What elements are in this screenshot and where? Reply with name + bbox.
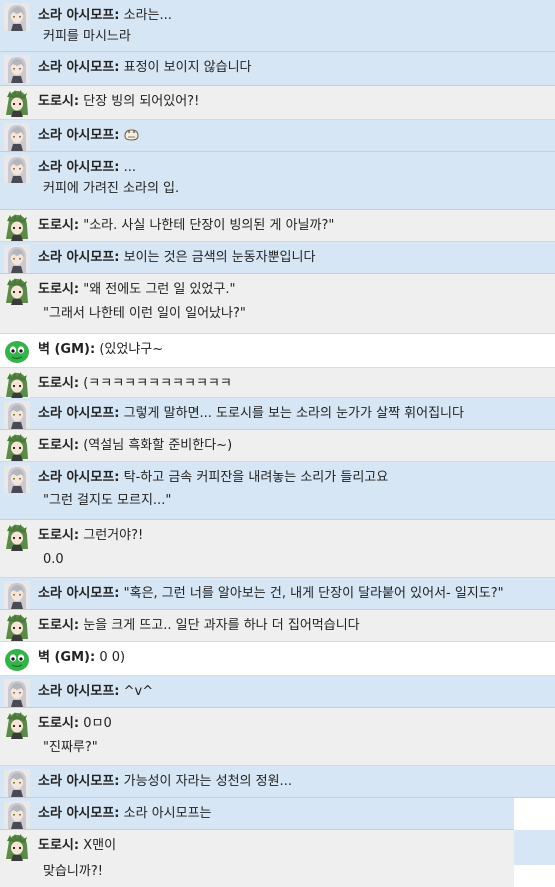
chat-message: 소라 아시모프:: [0, 120, 555, 152]
message-text: "혹은, 그런 너를 알아보는 건, 내게 단장이 달라붙어 있어서- 일지도?…: [123, 586, 504, 601]
chat-message: 도로시: (ㅋㅋㅋㅋㅋㅋㅋㅋㅋㅋㅋㅋ: [0, 368, 555, 398]
speaker-name: 벽 (GM):: [38, 342, 96, 357]
speaker-name: 소라 아시모프:: [38, 806, 120, 821]
speaker-name: 도로시:: [38, 376, 80, 391]
message-text: "왜 전에도 그런 일 있었구.": [83, 282, 236, 297]
speaker-name: 도로시:: [38, 282, 80, 297]
message-text: ^v^: [123, 684, 154, 699]
speaker-name: 소라 아시모프:: [38, 250, 120, 265]
chat-message: 소라 아시모프: "혹은, 그런 너를 알아보는 건, 내게 단장이 달라붙어 …: [0, 578, 555, 610]
chat-message: 소라 아시모프: 그렇게 말하면... 도로시를 보는 소라의 눈가가 살짝 휘…: [0, 398, 555, 430]
chat-message: 도로시: "소라. 사실 나한테 단장이 빙의된 게 아닐까?": [0, 210, 555, 242]
message-text: 소라는...: [123, 8, 172, 23]
dorosi-avatar-icon: [4, 277, 30, 305]
dorosi-avatar-icon: [4, 833, 30, 861]
message-text: 탁-하고 금속 커피잔을 내려놓는 소리가 들리고요: [123, 470, 389, 485]
chat-message: 소라 아시모프: 보이는 것은 금색의 눈동자뿐입니다: [0, 242, 555, 274]
sora-avatar-icon: [4, 801, 30, 829]
speaker-name: 소라 아시모프:: [38, 470, 120, 485]
message-text: 눈을 크게 뜨고.. 일단 과자를 하나 더 집어먹습니다: [83, 618, 360, 633]
speaker-name: 소라 아시모프:: [38, 8, 120, 23]
message-text: 단장 빙의 되어있어?!: [83, 94, 200, 109]
chat-message: 도로시: 0ㅁ0 "진짜루?": [0, 708, 555, 766]
chat-message: 소라 아시모프: 탁-하고 금속 커피잔을 내려놓는 소리가 들리고요 "그런 …: [0, 462, 555, 520]
gm-avatar-icon: [4, 337, 30, 365]
message-text: 그렇게 말하면... 도로시를 보는 소라의 눈가가 살짝 휘어집니다: [123, 406, 464, 421]
message-text: ...: [123, 160, 137, 175]
chat-message: 소라 아시모프: 표정이 보이지 않습니다: [0, 52, 555, 86]
speaker-name: 소라 아시모프:: [38, 128, 120, 143]
speaker-name: 도로시:: [38, 838, 80, 853]
speaker-name: 소라 아시모프:: [38, 774, 120, 789]
speaker-name: 소라 아시모프:: [38, 684, 120, 699]
sora-avatar-icon: [4, 581, 30, 609]
message-text-2: 커피에 가려진 소라의 입.: [43, 181, 180, 196]
chat-message: 소라 아시모프: ^v^: [0, 676, 555, 708]
speaker-name: 벽 (GM):: [38, 650, 96, 665]
speaker-name: 도로시:: [38, 438, 80, 453]
chat-message: 도로시: "왜 전에도 그런 일 있었구." "그래서 나한테 이런 일이 일어…: [0, 274, 555, 334]
message-text-2: "진짜루?": [43, 740, 98, 755]
speaker-name: 소라 아시모프:: [38, 406, 120, 421]
chat-message: 도로시: 눈을 크게 뜨고.. 일단 과자를 하나 더 집어먹습니다: [0, 610, 555, 642]
message-text-2: 커피를 마시느라: [43, 29, 131, 44]
speaker-name: 도로시:: [38, 716, 80, 731]
chat-message: 소라 아시모프: 가능성이 자라는 성천의 정원...: [0, 766, 555, 798]
message-text: (역설님 흑화할 준비한다~): [83, 438, 233, 453]
message-text-2: 맞습니까?!: [43, 864, 103, 879]
chat-message: 벽 (GM): (있었냐구~: [0, 334, 555, 368]
sora-avatar-icon: [4, 3, 30, 31]
chat-message: 소라 아시모프: 소라 아시모프는: [0, 798, 514, 830]
message-text: 0ㅁ0: [83, 716, 112, 731]
chat-message: 벽 (GM): 0 0): [0, 642, 555, 676]
sora-avatar-icon: [4, 245, 30, 273]
speaker-name: 소라 아시모프:: [38, 586, 120, 601]
chat-message: 도로시: 단장 빙의 되어있어?!: [0, 86, 555, 120]
message-text-2: "그래서 나한테 이런 일이 일어났나?": [43, 306, 246, 321]
message-text: (있었냐구~: [99, 342, 164, 357]
sora-avatar-icon: [4, 679, 30, 707]
speaker-name: 소라 아시모프:: [38, 60, 120, 75]
sora-avatar-icon: [4, 123, 30, 151]
message-text: 가능성이 자라는 성천의 정원...: [123, 774, 292, 789]
dorosi-avatar-icon: [4, 613, 30, 641]
message-text: (ㅋㅋㅋㅋㅋㅋㅋㅋㅋㅋㅋㅋ: [83, 376, 232, 391]
dorosi-avatar-icon: [4, 371, 30, 399]
dorosi-avatar-icon: [4, 89, 30, 117]
sora-avatar-icon: [4, 769, 30, 797]
message-text: 그런거야?!: [83, 528, 144, 543]
sora-avatar-icon: [4, 55, 30, 83]
sweat-emoji-icon: [124, 128, 139, 146]
message-text: 보이는 것은 금색의 눈동자뿐입니다: [123, 250, 316, 265]
speaker-name: 도로시:: [38, 618, 80, 633]
dorosi-avatar-icon: [4, 433, 30, 461]
message-text: X맨이: [83, 838, 117, 853]
chat-message: 도로시: 그런거야?! 0.0: [0, 520, 555, 578]
message-text-2: 0.0: [43, 552, 64, 567]
message-text: 소라 아시모프는: [123, 806, 212, 821]
dorosi-avatar-icon: [4, 523, 30, 551]
message-text: "소라. 사실 나한테 단장이 빙의된 게 아닐까?": [83, 218, 335, 233]
dorosi-avatar-icon: [4, 213, 30, 241]
speaker-name: 도로시:: [38, 218, 80, 233]
sora-avatar-icon: [4, 401, 30, 429]
speaker-name: 도로시:: [38, 94, 80, 109]
chat-message: 도로시: X맨이 맞습니까?!: [0, 830, 514, 887]
chat-message: 소라 아시모프: 소라는... 커피를 마시느라: [0, 0, 555, 52]
chat-message: 도로시: (역설님 흑화할 준비한다~): [0, 430, 555, 462]
message-text: 0 0): [99, 650, 126, 665]
sora-avatar-icon: [4, 155, 30, 183]
gm-avatar-icon: [4, 645, 30, 673]
chat-message: 소라 아시모프: ... 커피에 가려진 소라의 입.: [0, 152, 555, 210]
message-text: 표정이 보이지 않습니다: [123, 60, 252, 75]
sora-avatar-icon: [4, 465, 30, 493]
message-text-2: "그런 걸지도 모르지...": [43, 493, 172, 508]
dorosi-avatar-icon: [4, 711, 30, 739]
speaker-name: 도로시:: [38, 528, 80, 543]
speaker-name: 소라 아시모프:: [38, 160, 120, 175]
highlight-strip: [514, 830, 555, 865]
